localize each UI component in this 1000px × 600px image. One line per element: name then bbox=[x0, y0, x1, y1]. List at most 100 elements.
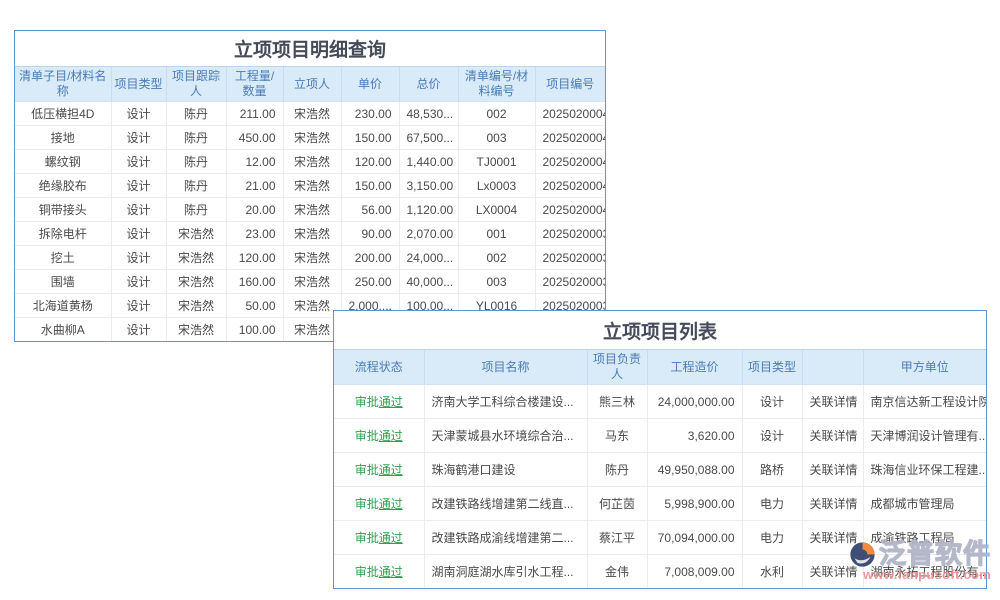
project-cost-cell: 7,008,009.00 bbox=[647, 555, 742, 589]
initiator-cell: 宋浩然 bbox=[283, 126, 341, 150]
flow-status-link[interactable]: 审批通过 bbox=[334, 453, 424, 487]
quantity-cell: 120.00 bbox=[226, 246, 283, 270]
status-link[interactable]: 通过 bbox=[379, 565, 403, 579]
project-type-cell: 设计 bbox=[742, 385, 802, 419]
project-name-link[interactable]: 天津蒙城县水环境综合治... bbox=[424, 419, 587, 453]
col-header-unit-price: 单价 bbox=[341, 67, 399, 102]
item-name-cell: 水曲柳A bbox=[15, 318, 111, 342]
table-row: 拆除电杆设计宋浩然23.00宋浩然90.002,070.000012025020… bbox=[15, 222, 605, 246]
project-leader-link[interactable]: 金伟 bbox=[587, 555, 647, 589]
project-name-link[interactable]: 珠海鹤港口建设 bbox=[424, 453, 587, 487]
item-name-cell: 螺纹钢 bbox=[15, 150, 111, 174]
project-type-cell: 设计 bbox=[111, 270, 166, 294]
project-code-link[interactable]: 2025020003 bbox=[535, 246, 605, 270]
item-name-cell: 绝缘胶布 bbox=[15, 174, 111, 198]
initiator-cell: 宋浩然 bbox=[283, 198, 341, 222]
status-link[interactable]: 通过 bbox=[379, 429, 403, 443]
project-type-cell: 水利 bbox=[742, 555, 802, 589]
initiator-cell: 宋浩然 bbox=[283, 174, 341, 198]
table-row: 铜带接头设计陈丹20.00宋浩然56.001,120.00LX000420250… bbox=[15, 198, 605, 222]
item-name-cell: 围墙 bbox=[15, 270, 111, 294]
detail-action-link[interactable]: 关联详情 bbox=[802, 487, 863, 521]
project-leader-link[interactable]: 何芷茵 bbox=[587, 487, 647, 521]
project-leader-link[interactable]: 蔡江平 bbox=[587, 521, 647, 555]
flow-status-link[interactable]: 审批通过 bbox=[334, 555, 424, 589]
col-header-initiator: 立项人 bbox=[283, 67, 341, 102]
status-link[interactable]: 通过 bbox=[379, 395, 403, 409]
table-row: 审批通过天津蒙城县水环境综合治...马东3,620.00设计关联详情天津博润设计… bbox=[334, 419, 986, 453]
col-header-flow-status: 流程状态 bbox=[334, 350, 424, 385]
item-name-cell: 北海道黄杨 bbox=[15, 294, 111, 318]
status-text: 审批 bbox=[355, 531, 379, 545]
table-row: 接地设计陈丹450.00宋浩然150.0067,500...0032025020… bbox=[15, 126, 605, 150]
project-type-cell: 设计 bbox=[111, 126, 166, 150]
project-leader-link[interactable]: 陈丹 bbox=[587, 453, 647, 487]
project-type-cell: 设计 bbox=[111, 294, 166, 318]
project-cost-cell: 3,620.00 bbox=[647, 419, 742, 453]
project-type-cell: 设计 bbox=[111, 222, 166, 246]
item-name-cell: 拆除电杆 bbox=[15, 222, 111, 246]
tracker-cell: 陈丹 bbox=[166, 126, 226, 150]
project-name-link[interactable]: 湖南洞庭湖水库引水工程... bbox=[424, 555, 587, 589]
detail-action-link[interactable]: 关联详情 bbox=[802, 521, 863, 555]
tracker-cell: 宋浩然 bbox=[166, 270, 226, 294]
unit-price-cell: 120.00 bbox=[341, 150, 399, 174]
tracker-cell: 宋浩然 bbox=[166, 294, 226, 318]
project-type-cell: 设计 bbox=[742, 419, 802, 453]
flow-status-link[interactable]: 审批通过 bbox=[334, 385, 424, 419]
table-row: 螺纹钢设计陈丹12.00宋浩然120.001,440.00TJ000120250… bbox=[15, 150, 605, 174]
project-code-link[interactable]: 2025020004 bbox=[535, 198, 605, 222]
list-code-cell: 003 bbox=[458, 126, 535, 150]
table-row: 审批通过济南大学工科综合楼建设...熊三林24,000,000.00设计关联详情… bbox=[334, 385, 986, 419]
status-link[interactable]: 通过 bbox=[379, 497, 403, 511]
project-leader-link[interactable]: 熊三林 bbox=[587, 385, 647, 419]
project-code-link[interactable]: 2025020004 bbox=[535, 102, 605, 126]
header-row: 清单子目/材料名称项目类型项目跟踪人工程量/数量立项人单价总价清单编号/材料编号… bbox=[15, 67, 605, 102]
tracker-cell: 陈丹 bbox=[166, 198, 226, 222]
project-cost-cell: 49,950,088.00 bbox=[647, 453, 742, 487]
status-link[interactable]: 通过 bbox=[379, 463, 403, 477]
project-cost-cell: 24,000,000.00 bbox=[647, 385, 742, 419]
item-name-cell: 挖土 bbox=[15, 246, 111, 270]
flow-status-link[interactable]: 审批通过 bbox=[334, 487, 424, 521]
status-text: 审批 bbox=[355, 429, 379, 443]
detail-table: 清单子目/材料名称项目类型项目跟踪人工程量/数量立项人单价总价清单编号/材料编号… bbox=[15, 67, 605, 341]
col-header-list-code: 清单编号/材料编号 bbox=[458, 67, 535, 102]
project-type-cell: 电力 bbox=[742, 487, 802, 521]
table-row: 审批通过改建铁路线增建第二线直...何芷茵5,998,900.00电力关联详情成… bbox=[334, 487, 986, 521]
list-code-cell: 002 bbox=[458, 102, 535, 126]
col-header-project-cost: 工程造价 bbox=[647, 350, 742, 385]
initiator-cell: 宋浩然 bbox=[283, 270, 341, 294]
flow-status-link[interactable]: 审批通过 bbox=[334, 521, 424, 555]
project-code-link[interactable]: 2025020003 bbox=[535, 222, 605, 246]
project-type-cell: 设计 bbox=[111, 102, 166, 126]
tracker-cell: 宋浩然 bbox=[166, 318, 226, 342]
project-name-link[interactable]: 济南大学工科综合楼建设... bbox=[424, 385, 587, 419]
status-link[interactable]: 通过 bbox=[379, 531, 403, 545]
project-type-cell: 路桥 bbox=[742, 453, 802, 487]
unit-price-cell: 150.00 bbox=[341, 174, 399, 198]
flow-status-link[interactable]: 审批通过 bbox=[334, 419, 424, 453]
detail-action-link[interactable]: 关联详情 bbox=[802, 453, 863, 487]
project-name-link[interactable]: 改建铁路线增建第二线直... bbox=[424, 487, 587, 521]
detail-action-link[interactable]: 关联详情 bbox=[802, 555, 863, 589]
col-header-project-type: 项目类型 bbox=[742, 350, 802, 385]
quantity-cell: 12.00 bbox=[226, 150, 283, 174]
status-text: 审批 bbox=[355, 565, 379, 579]
project-code-link[interactable]: 2025020004 bbox=[535, 174, 605, 198]
project-code-link[interactable]: 2025020003 bbox=[535, 270, 605, 294]
project-code-link[interactable]: 2025020004 bbox=[535, 126, 605, 150]
initiator-cell: 宋浩然 bbox=[283, 102, 341, 126]
detail-action-link[interactable]: 关联详情 bbox=[802, 419, 863, 453]
list-table: 流程状态项目名称项目负责人工程造价项目类型甲方单位审批通过济南大学工科综合楼建设… bbox=[334, 350, 986, 588]
col-header-project-leader: 项目负责人 bbox=[587, 350, 647, 385]
project-code-link[interactable]: 2025020004 bbox=[535, 150, 605, 174]
detail-action-link[interactable]: 关联详情 bbox=[802, 385, 863, 419]
quantity-cell: 160.00 bbox=[226, 270, 283, 294]
unit-price-cell: 56.00 bbox=[341, 198, 399, 222]
project-leader-link[interactable]: 马东 bbox=[587, 419, 647, 453]
project-name-link[interactable]: 改建铁路成渝线增建第二... bbox=[424, 521, 587, 555]
project-type-cell: 设计 bbox=[111, 198, 166, 222]
col-header-tracker: 项目跟踪人 bbox=[166, 67, 226, 102]
header-row: 流程状态项目名称项目负责人工程造价项目类型甲方单位 bbox=[334, 350, 986, 385]
